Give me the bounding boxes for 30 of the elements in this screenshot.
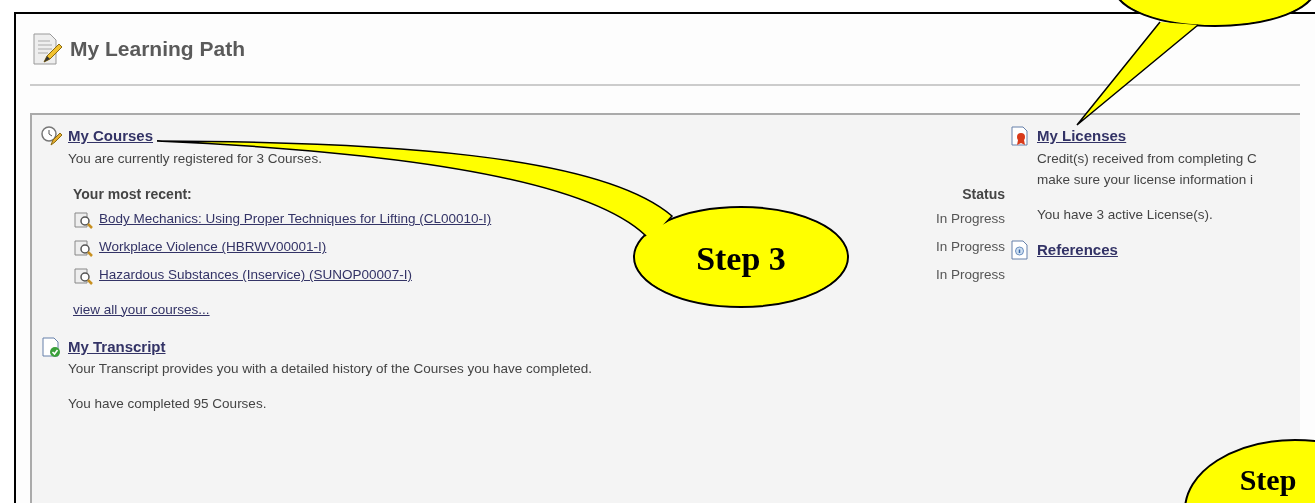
scroll-magnifier-icon <box>73 237 95 258</box>
courses-summary: You are currently registered for 3 Courses. <box>68 149 322 168</box>
view-all-courses-link[interactable]: view all your courses... <box>73 301 210 317</box>
document-pencil-icon <box>30 32 64 66</box>
course-link[interactable]: Workplace Violence (HBRWV00001-I) <box>99 237 327 258</box>
clock-pencil-icon <box>40 125 62 147</box>
references-link[interactable]: References <box>1037 238 1118 261</box>
status-heading: Status <box>962 184 1005 204</box>
licenses-summary-line: Credit(s) received from completing C <box>1037 149 1257 168</box>
callout-label: Step 3 <box>696 240 786 277</box>
document-info-icon <box>1009 238 1031 261</box>
transcript-summary: Your Transcript provides you with a detailed history of the Courses you have completed. <box>68 360 593 379</box>
licenses-summary-line: make sure your license information i <box>1037 170 1255 189</box>
my-courses-link[interactable]: My Courses <box>68 127 154 144</box>
course-link[interactable]: Body Mechanics: Using Proper Techniques for Lifting (CL00010-I) <box>99 209 492 230</box>
scroll-magnifier-icon <box>73 209 95 230</box>
course-status: In Progress <box>935 266 1005 285</box>
callout-label: Step <box>1239 463 1297 496</box>
course-link[interactable]: Hazardous Substances (Inservice) (SUNOP00007-I) <box>99 265 412 286</box>
completed-count: You have completed 95 Courses. <box>68 395 268 414</box>
certificate-icon <box>1009 125 1031 147</box>
active-licenses-count: You have 3 active License(s). <box>1037 205 1214 224</box>
page-title: My Learning Path <box>70 36 246 62</box>
course-status: In Progress <box>935 210 1005 229</box>
recent-heading: Your most recent: <box>73 184 192 204</box>
my-licenses-link[interactable]: My Licenses <box>1037 127 1127 144</box>
scroll-magnifier-icon <box>73 265 95 286</box>
document-check-icon <box>40 335 62 358</box>
my-transcript-link[interactable]: My Transcript <box>68 337 166 355</box>
course-status: In Progress <box>935 238 1005 257</box>
